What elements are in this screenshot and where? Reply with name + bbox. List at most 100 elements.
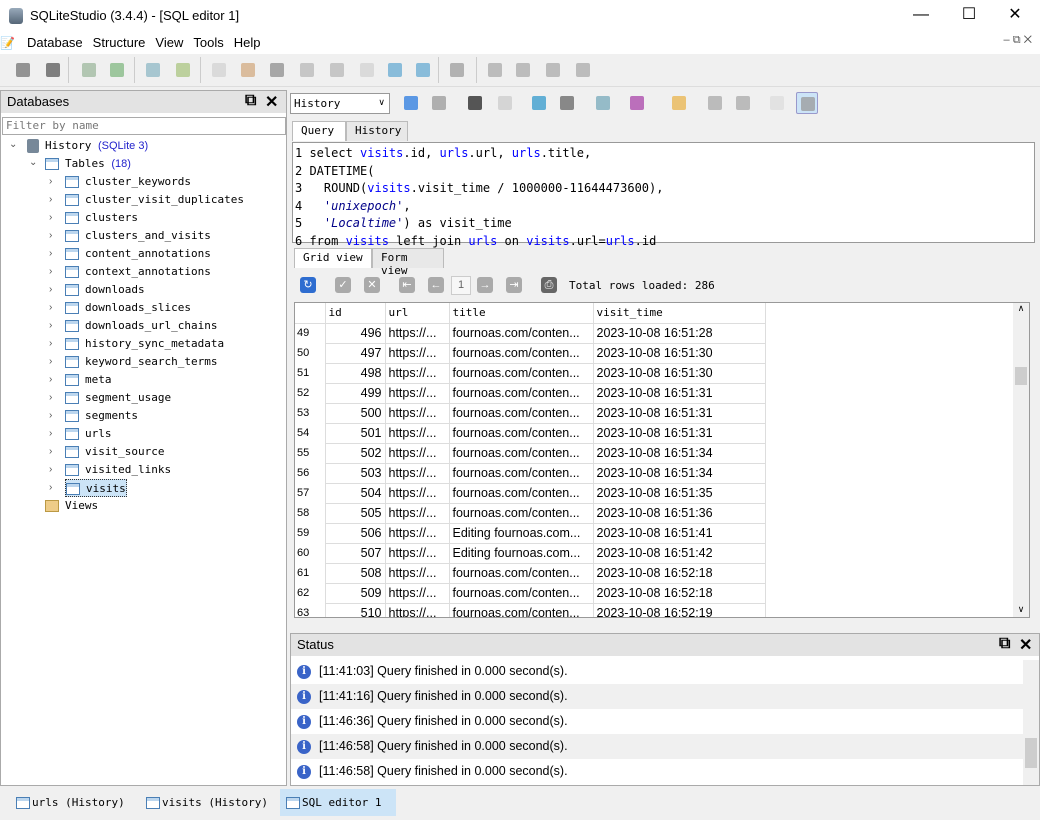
import-button[interactable]	[528, 92, 550, 114]
tree-table-segments[interactable]: segments	[65, 407, 138, 425]
expand-icon[interactable]: ›	[49, 212, 52, 223]
cell-id[interactable]: 509	[324, 582, 386, 604]
table-row[interactable]: 52 499 https://... fournoas.com/conten... 20…	[295, 382, 766, 404]
expand-icon[interactable]: ›	[49, 428, 52, 439]
cell-url[interactable]: https://...	[384, 442, 450, 464]
tab-query[interactable]: Query	[292, 121, 346, 141]
disconnect-button[interactable]	[42, 59, 64, 81]
execute-query-button[interactable]	[400, 92, 422, 114]
cell-url[interactable]: https://...	[384, 462, 450, 484]
cell-visit_time[interactable]: 2023-10-08 16:52:19	[592, 602, 766, 617]
extensions-button[interactable]	[326, 59, 348, 81]
cell-title[interactable]: fournoas.com/conten...	[448, 562, 594, 584]
cell-visit_time[interactable]: 2023-10-08 16:51:31	[592, 382, 766, 404]
cell-title[interactable]: fournoas.com/conten...	[448, 402, 594, 424]
cell-id[interactable]: 504	[324, 482, 386, 504]
replace-button[interactable]	[732, 92, 754, 114]
table-row[interactable]: 62 509 https://... fournoas.com/conten... 20…	[295, 582, 766, 604]
cell-visit_time[interactable]: 2023-10-08 16:52:18	[592, 582, 766, 604]
table-row[interactable]: 53 500 https://... fournoas.com/conten... 20…	[295, 402, 766, 424]
mdi-controls[interactable]: – ⧉ ✕	[1004, 34, 1032, 47]
cell-visit_time[interactable]: 2023-10-08 16:51:41	[592, 522, 766, 544]
save-button[interactable]	[626, 92, 648, 114]
column-header-url[interactable]: url	[384, 303, 450, 324]
table-row[interactable]: 60 507 https://... Editing fournoas.com... 2…	[295, 542, 766, 564]
cell-title[interactable]: Editing fournoas.com...	[448, 522, 594, 544]
cell-title[interactable]: Editing fournoas.com...	[448, 542, 594, 564]
collapse-icon[interactable]: ⌄	[9, 139, 17, 150]
table-row[interactable]: 50 497 https://... fournoas.com/conten... 20…	[295, 342, 766, 364]
cell-title[interactable]: fournoas.com/conten...	[448, 342, 594, 364]
tree-table-downloads_url_chains[interactable]: downloads_url_chains	[65, 317, 217, 335]
cell-visit_time[interactable]: 2023-10-08 16:51:42	[592, 542, 766, 564]
tile-horizontal-button[interactable]	[512, 59, 534, 81]
collations-button[interactable]	[296, 59, 318, 81]
cell-title[interactable]: fournoas.com/conten...	[448, 382, 594, 404]
expand-icon[interactable]: ›	[49, 410, 52, 421]
minimize-button[interactable]: —	[898, 0, 944, 32]
print-button[interactable]	[556, 92, 578, 114]
cell-visit_time[interactable]: 2023-10-08 16:51:30	[592, 342, 766, 364]
cell-url[interactable]: https://...	[384, 322, 450, 344]
commit-button[interactable]: ✓	[335, 277, 351, 293]
table-row[interactable]: 59 506 https://... Editing fournoas.com... 2…	[295, 522, 766, 544]
tile-vertical-button[interactable]	[542, 59, 564, 81]
tree-table-clusters[interactable]: clusters	[65, 209, 138, 227]
menu-view[interactable]: View	[150, 32, 188, 53]
cell-url[interactable]: https://...	[384, 602, 450, 617]
page-input[interactable]: 1	[451, 276, 471, 295]
table-row[interactable]: 55 502 https://... fournoas.com/conten... 20…	[295, 442, 766, 464]
expand-icon[interactable]: ›	[49, 374, 52, 385]
first-page-button[interactable]: ⇤	[399, 277, 415, 293]
next-page-button[interactable]: →	[477, 277, 493, 293]
find-button[interactable]	[704, 92, 726, 114]
expand-icon[interactable]: ›	[49, 392, 52, 403]
toggle-layout-button[interactable]	[796, 92, 818, 114]
cell-url[interactable]: https://...	[384, 402, 450, 424]
sql-editor[interactable]: 1 select visits.id, urls.url, urls.title…	[292, 142, 1035, 248]
expand-icon[interactable]: ›	[49, 446, 52, 457]
cell-id[interactable]: 502	[324, 442, 386, 464]
cell-visit_time[interactable]: 2023-10-08 16:51:34	[592, 442, 766, 464]
cell-id[interactable]: 497	[324, 342, 386, 364]
close-icon[interactable]: ✕	[265, 92, 278, 112]
close-icon[interactable]: ✕	[1019, 635, 1032, 655]
cell-visit_time[interactable]: 2023-10-08 16:51:28	[592, 322, 766, 344]
explain-query-button[interactable]	[428, 92, 450, 114]
cell-id[interactable]: 503	[324, 462, 386, 484]
column-header-id[interactable]: id	[324, 303, 386, 324]
add-database-button[interactable]	[78, 59, 100, 81]
clear-history-button[interactable]	[494, 92, 516, 114]
cell-id[interactable]: 499	[324, 382, 386, 404]
float-icon[interactable]: ⧉	[245, 92, 256, 110]
expand-icon[interactable]: ›	[49, 284, 52, 295]
expand-icon[interactable]: ›	[49, 464, 52, 475]
cell-url[interactable]: https://...	[384, 342, 450, 364]
tree-table-segment_usage[interactable]: segment_usage	[65, 389, 171, 407]
tab-form-view[interactable]: Form view	[372, 248, 444, 277]
tab-history[interactable]: History	[346, 121, 408, 141]
cell-title[interactable]: fournoas.com/conten...	[448, 482, 594, 504]
tree-table-meta[interactable]: meta	[65, 371, 112, 389]
cell-id[interactable]: 501	[324, 422, 386, 444]
tab-grid-view[interactable]: Grid view	[294, 248, 372, 268]
cell-visit_time[interactable]: 2023-10-08 16:51:34	[592, 462, 766, 484]
column-header-title[interactable]: title	[448, 303, 594, 324]
cell-url[interactable]: https://...	[384, 482, 450, 504]
menu-tools[interactable]: Tools	[188, 32, 228, 53]
cell-id[interactable]: 500	[324, 402, 386, 424]
tree-table-keyword_search_terms[interactable]: keyword_search_terms	[65, 353, 217, 371]
cell-title[interactable]: fournoas.com/conten...	[448, 462, 594, 484]
tree-table-history_sync_metadata[interactable]: history_sync_metadata	[65, 335, 224, 353]
grid-scrollbar[interactable]: ∧ ∨	[1013, 303, 1029, 617]
cell-title[interactable]: fournoas.com/conten...	[448, 502, 594, 524]
expand-icon[interactable]: ›	[49, 230, 52, 241]
functions-button[interactable]	[266, 59, 288, 81]
cell-visit_time[interactable]: 2023-10-08 16:52:18	[592, 562, 766, 584]
expand-icon[interactable]: ›	[49, 248, 52, 259]
open-file-button[interactable]	[668, 92, 690, 114]
cell-visit_time[interactable]: 2023-10-08 16:51:31	[592, 422, 766, 444]
table-row[interactable]: 51 498 https://... fournoas.com/conten... 20…	[295, 362, 766, 384]
tree-table-content_annotations[interactable]: content_annotations	[65, 245, 211, 263]
connect-button[interactable]	[12, 59, 34, 81]
